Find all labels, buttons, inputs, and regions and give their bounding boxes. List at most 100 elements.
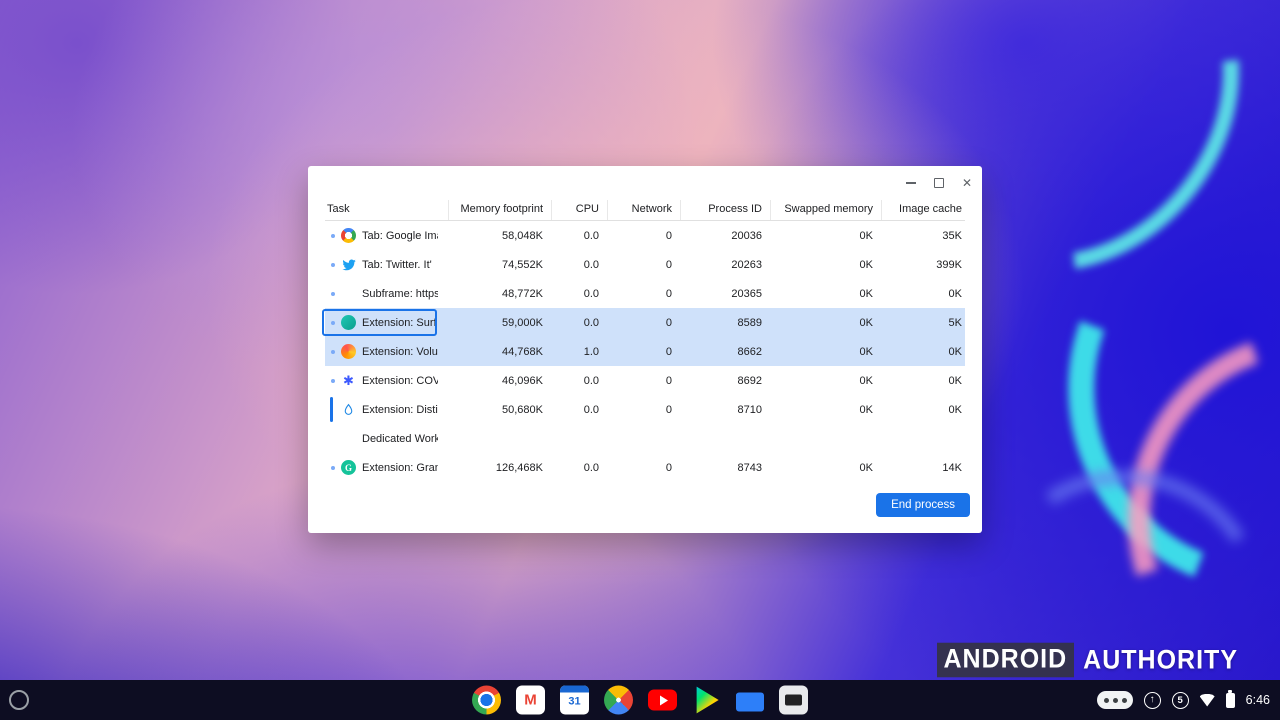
grammarly-extension-icon <box>341 460 356 475</box>
pid-cell <box>680 424 770 453</box>
table-row[interactable]: Dedicated Work <box>325 424 965 453</box>
cpu-cell: 0.0 <box>583 461 599 474</box>
terminal-icon[interactable] <box>779 685 808 715</box>
network-cell: 0 <box>665 403 672 416</box>
wallpaper-swirl <box>1006 141 1280 651</box>
window-controls <box>898 171 980 195</box>
gmail-icon[interactable] <box>516 685 545 715</box>
shelf: 5 6:46 <box>0 680 1280 720</box>
memory-cell: 59,000K <box>502 316 543 329</box>
twitter-favicon <box>341 257 356 272</box>
play-store-icon[interactable] <box>696 686 719 714</box>
pinned-apps <box>472 685 808 715</box>
process-dot <box>331 262 335 267</box>
task-label: Subframe: https <box>362 287 438 300</box>
table-row[interactable]: Extension: COVI 46,096K 0.0 0 8692 0K 0K <box>325 366 965 395</box>
column-header-cpu[interactable]: CPU <box>551 200 607 220</box>
swapped-cell: 0K <box>859 316 873 329</box>
memory-cell: 126,468K <box>495 461 543 474</box>
table-row[interactable]: Tab: Twitter. It' 74,552K 0.0 0 20263 0K… <box>325 250 965 279</box>
task-cell: Extension: Disti <box>325 395 448 424</box>
table-row[interactable]: Subframe: https 48,772K 0.0 0 20365 0K 0… <box>325 279 965 308</box>
network-cell: 0 <box>665 229 672 242</box>
volume-extension-icon <box>341 344 356 359</box>
table-row[interactable]: Extension: Gram 126,468K 0.0 0 8743 0K 1… <box>325 453 965 482</box>
swapped-cell: 0K <box>859 258 873 271</box>
end-process-button[interactable]: End process <box>876 493 970 517</box>
process-dot <box>331 378 335 383</box>
photos-icon[interactable] <box>604 685 633 715</box>
task-cell: Tab: Twitter. It' <box>325 250 448 279</box>
memory-cell: 50,680K <box>502 403 543 416</box>
launcher-icon[interactable] <box>9 690 29 710</box>
network-cell: 0 <box>665 287 672 300</box>
files-icon[interactable] <box>736 692 764 712</box>
chrome-icon[interactable] <box>472 685 501 715</box>
table-row[interactable]: Extension: Disti 50,680K 0.0 0 8710 0K 0… <box>325 395 965 424</box>
column-header-cache[interactable]: Image cache <box>881 200 965 220</box>
process-dot <box>331 465 335 470</box>
table-row[interactable]: Tab: Google Ima 58,048K 0.0 0 20036 0K 3… <box>325 221 965 250</box>
pid-cell: 20036 <box>731 229 762 242</box>
battery-icon[interactable] <box>1225 689 1235 708</box>
google-favicon <box>341 228 356 243</box>
network-cell: 0 <box>665 316 672 329</box>
memory-cell: 44,768K <box>502 345 543 358</box>
pid-cell: 20263 <box>731 258 762 271</box>
surf-extension-icon <box>341 315 356 330</box>
network-cell: 0 <box>665 374 672 387</box>
pid-cell: 8589 <box>737 316 762 329</box>
process-dot <box>331 291 335 296</box>
distill-extension-icon <box>341 402 356 417</box>
maximize-icon[interactable] <box>926 171 952 195</box>
arrow-up-circle-icon[interactable] <box>1143 691 1161 709</box>
swapped-cell: 0K <box>859 287 873 300</box>
memory-cell: 58,048K <box>502 229 543 242</box>
network-cell: 0 <box>665 461 672 474</box>
youtube-icon[interactable] <box>648 689 677 711</box>
task-cell: Dedicated Work <box>325 424 448 453</box>
swapped-cell: 0K <box>859 461 873 474</box>
cache-cell: 0K <box>948 403 962 416</box>
task-label: Tab: Twitter. It' <box>362 258 432 271</box>
pid-cell: 8662 <box>737 345 762 358</box>
notification-pill-icon[interactable] <box>1096 691 1133 709</box>
table-row-selected[interactable]: Extension: Volu 44,768K 1.0 0 8662 0K 0K <box>325 337 965 366</box>
column-header-task[interactable]: Task <box>325 200 448 220</box>
pid-cell: 8710 <box>737 403 762 416</box>
task-label: Extension: Volu <box>362 345 438 358</box>
network-cell: 0 <box>665 258 672 271</box>
column-header-memory[interactable]: Memory footprint <box>448 200 551 220</box>
task-cell: Extension: Volu <box>325 337 448 366</box>
task-cell: Subframe: https <box>325 279 448 308</box>
process-dot <box>331 320 335 325</box>
task-label: Extension: Surf <box>362 316 437 329</box>
memory-cell <box>448 424 551 453</box>
calendar-icon[interactable] <box>560 685 589 715</box>
notification-count-badge[interactable]: 5 <box>1171 691 1189 709</box>
clock[interactable]: 6:46 <box>1246 693 1270 707</box>
close-icon[interactable] <box>954 171 980 195</box>
cpu-cell: 0.0 <box>583 403 599 416</box>
task-label: Dedicated Work <box>362 432 438 445</box>
minimize-icon[interactable] <box>898 171 924 195</box>
cpu-cell: 0.0 <box>583 258 599 271</box>
column-header-pid[interactable]: Process ID <box>680 200 770 220</box>
cache-cell: 14K <box>942 461 962 474</box>
system-tray[interactable]: 5 6:46 <box>1096 680 1270 720</box>
task-cell: Extension: Surf <box>322 308 448 337</box>
cache-cell: 5K <box>948 316 962 329</box>
column-header-network[interactable]: Network <box>607 200 680 220</box>
cache-cell: 0K <box>948 374 962 387</box>
cpu-cell: 0.0 <box>583 374 599 387</box>
cache-cell: 399K <box>936 258 962 271</box>
wallpaper-swirl <box>953 443 1280 720</box>
wifi-icon[interactable] <box>1199 693 1215 707</box>
cpu-cell: 1.0 <box>583 345 599 358</box>
column-header-swapped[interactable]: Swapped memory <box>770 200 881 220</box>
table-row-selected[interactable]: Extension: Surf 59,000K 0.0 0 8589 0K 5K <box>322 308 965 337</box>
network-cell: 0 <box>665 345 672 358</box>
pid-cell: 8692 <box>737 374 762 387</box>
swapped-cell: 0K <box>859 374 873 387</box>
covid-extension-icon <box>341 373 356 388</box>
